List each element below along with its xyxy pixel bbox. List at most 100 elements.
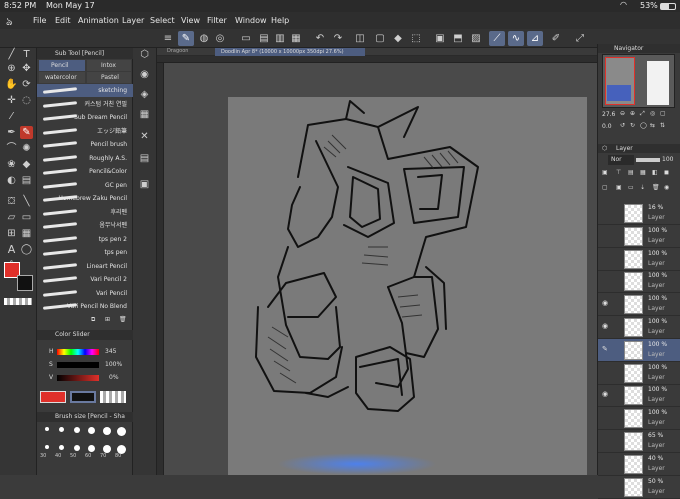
decoration-icon[interactable]: ❀: [5, 158, 18, 171]
brush-item[interactable]: Roughly A.S.: [37, 152, 133, 165]
brush-item[interactable]: エッジ鉛筆: [37, 125, 133, 138]
layer-row[interactable]: ◉ 100 % Layer: [598, 384, 680, 408]
palette-toggle-icon[interactable]: ⬡: [138, 48, 151, 61]
menu-animation[interactable]: Animation: [78, 16, 119, 25]
fill-tool-icon[interactable]: ▤: [20, 174, 33, 187]
rotate-icon[interactable]: ⟳: [20, 78, 33, 91]
brush-icon[interactable]: ⌒: [5, 142, 18, 155]
delete-layer-icon[interactable]: 🗑: [652, 184, 660, 191]
layer-row[interactable]: 100 % Layer: [598, 225, 680, 248]
text-icon[interactable]: A: [5, 243, 18, 256]
menu-file[interactable]: File: [33, 16, 46, 25]
flip-vertical-icon[interactable]: ⇅: [660, 122, 665, 129]
layer-property-icon[interactable]: ▤: [138, 152, 151, 165]
clear-icon[interactable]: ◫: [352, 31, 368, 46]
brush-item[interactable]: 후리펜: [37, 206, 133, 219]
new-layer-icon[interactable]: ▢: [602, 184, 608, 191]
brush-item[interactable]: Sub Dream Pencil: [37, 111, 133, 124]
move-layer-icon[interactable]: ✥: [20, 62, 33, 75]
merge-down-icon[interactable]: ⇣: [640, 184, 645, 191]
value-slider[interactable]: [57, 375, 99, 381]
rotate-left-icon[interactable]: ↺: [620, 122, 625, 129]
brush-item[interactable]: Vari Pencil: [37, 287, 133, 300]
color-circle-icon[interactable]: ◉: [138, 68, 151, 81]
group-pencil[interactable]: Pencil: [39, 60, 85, 71]
rotate-right-icon[interactable]: ↻: [630, 122, 635, 129]
deselect-icon[interactable]: ⬚: [408, 31, 424, 46]
copy-subtool-icon[interactable]: ⧉: [91, 316, 95, 324]
group-watercolor[interactable]: watercolor: [39, 72, 85, 83]
group-intox[interactable]: Intox: [87, 60, 131, 71]
invert-selection-icon[interactable]: ▣: [432, 31, 448, 46]
blend-mode-select[interactable]: Nor: [608, 155, 634, 165]
reference-icon[interactable]: ▤: [628, 169, 634, 176]
eraser-icon[interactable]: ◆: [20, 158, 33, 171]
open-icon[interactable]: ▤: [256, 31, 272, 46]
pen-mode-icon[interactable]: ✎: [178, 31, 194, 46]
ruler-icon[interactable]: ⊞: [5, 227, 18, 240]
pencil-icon[interactable]: ✎: [20, 126, 33, 139]
zoom-icon[interactable]: ⊕: [5, 62, 18, 75]
brush-item[interactable]: Vari Pencil 2: [37, 273, 133, 286]
layer-row[interactable]: ✎ 100 % Layer: [598, 338, 680, 362]
new-file-icon[interactable]: ▭: [238, 31, 254, 46]
brush-size-preset[interactable]: 80: [115, 444, 128, 460]
pen-icon[interactable]: ✒: [5, 126, 18, 139]
brush-item[interactable]: sketching: [37, 84, 133, 97]
group-pastel[interactable]: Pastel: [87, 72, 131, 83]
brush-item[interactable]: Pencil brush: [37, 138, 133, 151]
delete-subtool-icon[interactable]: 🗑: [119, 316, 127, 323]
brush-item[interactable]: Homebrew Zaku Pencil: [37, 192, 133, 205]
redo-icon[interactable]: ↷: [330, 31, 346, 46]
bucket-icon[interactable]: ⛋: [5, 195, 18, 208]
menu-select[interactable]: Select: [150, 16, 175, 25]
visibility-eye-icon[interactable]: ◉: [602, 322, 608, 330]
snap-icon[interactable]: ▨: [468, 31, 484, 46]
clip-icon[interactable]: ⊤: [616, 169, 621, 176]
expand-icon[interactable]: ⤢: [572, 31, 588, 46]
draft-icon[interactable]: ▦: [640, 169, 646, 176]
opacity-slider[interactable]: [636, 158, 660, 162]
layer-row[interactable]: 100 % Layer: [598, 407, 680, 431]
history-icon[interactable]: ▦: [138, 108, 151, 121]
frame-icon[interactable]: ▭: [20, 211, 33, 224]
sub-color-swatch[interactable]: [17, 275, 33, 291]
layer-row[interactable]: 100 % Layer: [598, 270, 680, 294]
brush-item[interactable]: tps pen: [37, 246, 133, 259]
color-slider-main-swatch[interactable]: [40, 391, 66, 403]
menu-layer[interactable]: Layer: [122, 16, 144, 25]
lock-icon[interactable]: ▣: [602, 169, 608, 176]
layer-row[interactable]: 16 % Layer: [598, 202, 680, 225]
move-icon[interactable]: ✛: [5, 94, 18, 107]
brush-size-preset[interactable]: [85, 426, 98, 442]
brush-item[interactable]: 옴무낙서펜: [37, 219, 133, 232]
crop-icon[interactable]: ⬒: [450, 31, 466, 46]
layer-row[interactable]: ◉ 100 % Layer: [598, 293, 680, 317]
menu-window[interactable]: Window: [235, 16, 267, 25]
zoom-out-icon[interactable]: ⊖: [620, 110, 625, 117]
visibility-eye-icon[interactable]: ◉: [602, 390, 608, 398]
eyedropper-icon[interactable]: ⁄: [5, 110, 18, 123]
menu-edit[interactable]: Edit: [55, 16, 71, 25]
drawing-canvas[interactable]: [228, 97, 587, 475]
color-slider-sub-swatch[interactable]: [70, 391, 96, 403]
figure-icon[interactable]: ▱: [5, 211, 18, 224]
balloon-icon[interactable]: ◯: [20, 243, 33, 256]
new-subtool-icon[interactable]: ⊞: [105, 316, 110, 323]
brush-size-preset[interactable]: 60: [85, 444, 98, 460]
zoom-in-icon[interactable]: ⊕: [630, 110, 635, 117]
brush-item[interactable]: Pencil&Color: [37, 165, 133, 178]
layer-row[interactable]: 40 % Layer: [598, 453, 680, 476]
brush-size-preset[interactable]: 40: [55, 444, 68, 460]
line-icon[interactable]: ╲: [20, 195, 33, 208]
grid-icon[interactable]: ▦: [20, 227, 33, 240]
layer-row[interactable]: 65 % Layer: [598, 430, 680, 453]
edit-pen-icon[interactable]: ✎: [602, 345, 608, 353]
menu-help[interactable]: Help: [271, 16, 289, 25]
transparent-color-swatch[interactable]: [4, 298, 32, 305]
hamburger-menu-icon[interactable]: ≡: [160, 31, 176, 46]
text-tool-small-icon[interactable]: T: [20, 48, 33, 61]
fill-icon[interactable]: ◆: [390, 31, 406, 46]
brush-size-preset[interactable]: 70: [100, 444, 113, 460]
brush-item[interactable]: tps pen 2: [37, 233, 133, 246]
